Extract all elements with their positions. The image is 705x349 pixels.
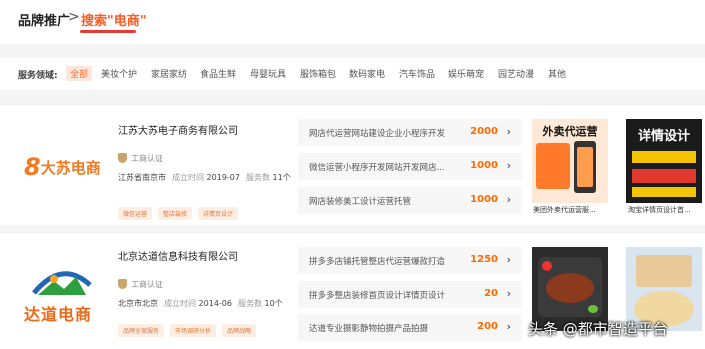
tag: 市场调研分析 (170, 324, 217, 337)
service-item[interactable]: 网店装修美工设计运营托管 1000 › (298, 187, 522, 214)
filter-apparel[interactable]: 服饰箱包 (300, 67, 336, 80)
service-price: 200 (477, 321, 498, 332)
chevron-right-icon: › (506, 253, 511, 266)
breadcrumb-current: 搜索"电商" (81, 14, 147, 29)
company-tags: 微信运营 整店装修 详情页设计 (118, 201, 244, 220)
service-price: 1000 (470, 194, 498, 205)
service-item[interactable]: 达道专业摄影静物拍摄产品拍摄 200 › (298, 314, 522, 341)
filter-all[interactable]: 全部 (66, 66, 93, 81)
shield-icon (118, 153, 127, 163)
verification-badge: 工商认证 (118, 279, 163, 290)
service-price: 20 (484, 288, 498, 299)
service-price: 2000 (470, 126, 498, 137)
service-filter-bar: 服务领域: 全部 美妆个护 家居家纺 食品生鲜 母婴玩具 服饰箱包 数码家电 汽… (0, 58, 705, 90)
tag: 微信运营 (118, 207, 153, 220)
verification-badge: 工商认证 (118, 153, 163, 164)
chevron-right-icon: › (506, 125, 511, 138)
service-name: 拼多多店铺托管整店代运营爆款打造 (309, 257, 446, 267)
service-item[interactable]: 拼多多整店装修首页设计详情页设计 20 › (298, 281, 522, 308)
service-name: 网店装修美工设计运营托管 (309, 197, 412, 207)
breadcrumb: 品牌推广 > 搜索"电商" (0, 0, 705, 44)
service-price: 1250 (470, 254, 498, 265)
shield-icon (118, 279, 127, 289)
tag: 详情页设计 (198, 207, 239, 220)
chevron-right-icon: › (506, 320, 511, 333)
service-name: 达道专业摄影静物拍摄产品拍摄 (309, 324, 429, 334)
breadcrumb-underline (80, 30, 136, 33)
service-item[interactable]: 微信运营小程序开发网站开发网店... 1000 › (298, 153, 522, 180)
company-name[interactable]: 江苏大苏电子商务有限公司 (118, 122, 238, 137)
case-caption: 美团外卖代运营服... (533, 206, 596, 214)
service-name: 微信运营小程序开发网站开发网店... (309, 163, 445, 173)
filter-baby[interactable]: 母婴玩具 (250, 67, 286, 80)
company-logo: 达道电商 (24, 263, 100, 324)
tag: 品牌全案服务 (118, 324, 165, 337)
filter-pets[interactable]: 娱乐萌宠 (448, 67, 484, 80)
company-logo: 8大苏电商 (24, 153, 101, 181)
breadcrumb-root[interactable]: 品牌推广 (18, 10, 70, 29)
filter-auto[interactable]: 汽车饰品 (399, 67, 435, 80)
service-item[interactable]: 拼多多店铺托管整店代运营爆款打造 1250 › (298, 247, 522, 274)
chevron-right-icon: > (68, 9, 80, 25)
chevron-right-icon: › (506, 287, 511, 300)
company-tags: 品牌全案服务 市场调研分析 品牌战略 (118, 318, 262, 337)
company-meta: 江苏省南京市 成立时间 2019-07 服务数 11个 (118, 173, 291, 182)
tag: 品牌战略 (222, 324, 257, 337)
filter-label: 服务领域: (18, 71, 58, 81)
chevron-right-icon: › (506, 159, 511, 172)
case-art (536, 143, 570, 189)
case-thumbnail[interactable]: 外卖代运营 (532, 119, 608, 203)
filter-beauty[interactable]: 美妆个护 (101, 67, 137, 80)
filter-anime[interactable]: 园艺动漫 (498, 67, 534, 80)
service-name: 拼多多整店装修首页设计详情页设计 (309, 291, 446, 301)
filter-other[interactable]: 其他 (548, 67, 566, 80)
filter-food[interactable]: 食品生鲜 (200, 67, 236, 80)
mountain-logo-icon (32, 271, 92, 295)
watermark: 头条 @都市智造平台 (528, 320, 668, 338)
company-meta: 北京市北京 成立时间 2014-06 服务数 10个 (118, 299, 283, 308)
filter-digital[interactable]: 数码家电 (349, 67, 385, 80)
steak-image (546, 273, 594, 303)
service-name: 网店代运营网站建设企业小程序开发 (309, 129, 446, 139)
company-card[interactable]: 8大苏电商 江苏大苏电子商务有限公司 工商认证 江苏省南京市 成立时间 2019-… (0, 104, 705, 225)
product-box-image (636, 255, 692, 287)
service-price: 1000 (470, 160, 498, 171)
chevron-right-icon: › (506, 193, 511, 206)
tag: 整店装修 (158, 207, 193, 220)
case-caption: 淘宝详情页设计首... (628, 206, 691, 214)
case-thumbnail[interactable]: 详情设计 (626, 119, 702, 203)
company-name[interactable]: 北京达道信息科技有限公司 (118, 248, 238, 263)
filter-home[interactable]: 家居家纺 (151, 67, 187, 80)
service-item[interactable]: 网店代运营网站建设企业小程序开发 2000 › (298, 119, 522, 146)
